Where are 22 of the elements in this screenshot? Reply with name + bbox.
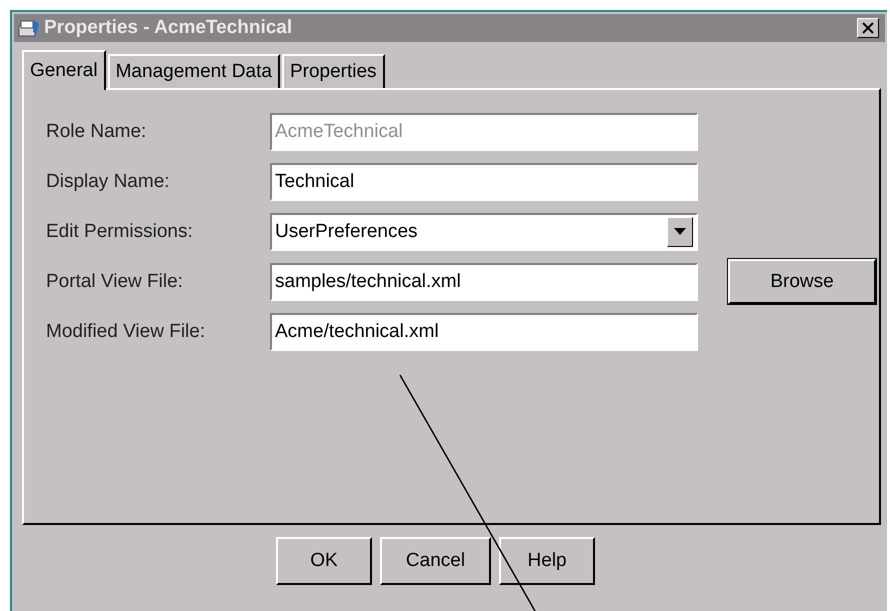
properties-icon bbox=[18, 18, 40, 38]
close-button[interactable] bbox=[857, 18, 879, 38]
dialog-button[interactable]: OK bbox=[276, 537, 372, 585]
field-label: Role Name: bbox=[46, 120, 148, 142]
caret-icon bbox=[674, 228, 686, 235]
field-label: Edit Permissions: bbox=[46, 220, 194, 242]
dropdown[interactable]: UserPreferences bbox=[270, 212, 698, 250]
dropdown-button[interactable] bbox=[667, 216, 693, 246]
tab[interactable]: Properties bbox=[282, 54, 385, 88]
field-label: Display Name: bbox=[46, 170, 171, 192]
browse-button[interactable]: Browse bbox=[728, 259, 876, 304]
field-label: Portal View File: bbox=[46, 270, 184, 292]
input-field[interactable]: Technical bbox=[270, 162, 698, 200]
window-title: Properties - AcmeTechnical bbox=[44, 17, 294, 39]
tab[interactable]: Management Data bbox=[108, 54, 280, 88]
input-field[interactable]: Acme/technical.xml bbox=[270, 312, 698, 350]
dialog-button[interactable]: Cancel bbox=[380, 537, 492, 585]
dialog-button[interactable]: Help bbox=[499, 537, 596, 585]
field-label: Modified View File: bbox=[46, 320, 206, 342]
close-icon bbox=[862, 22, 874, 34]
input-field[interactable]: samples/technical.xml bbox=[270, 262, 698, 300]
tab[interactable]: General bbox=[22, 50, 106, 90]
